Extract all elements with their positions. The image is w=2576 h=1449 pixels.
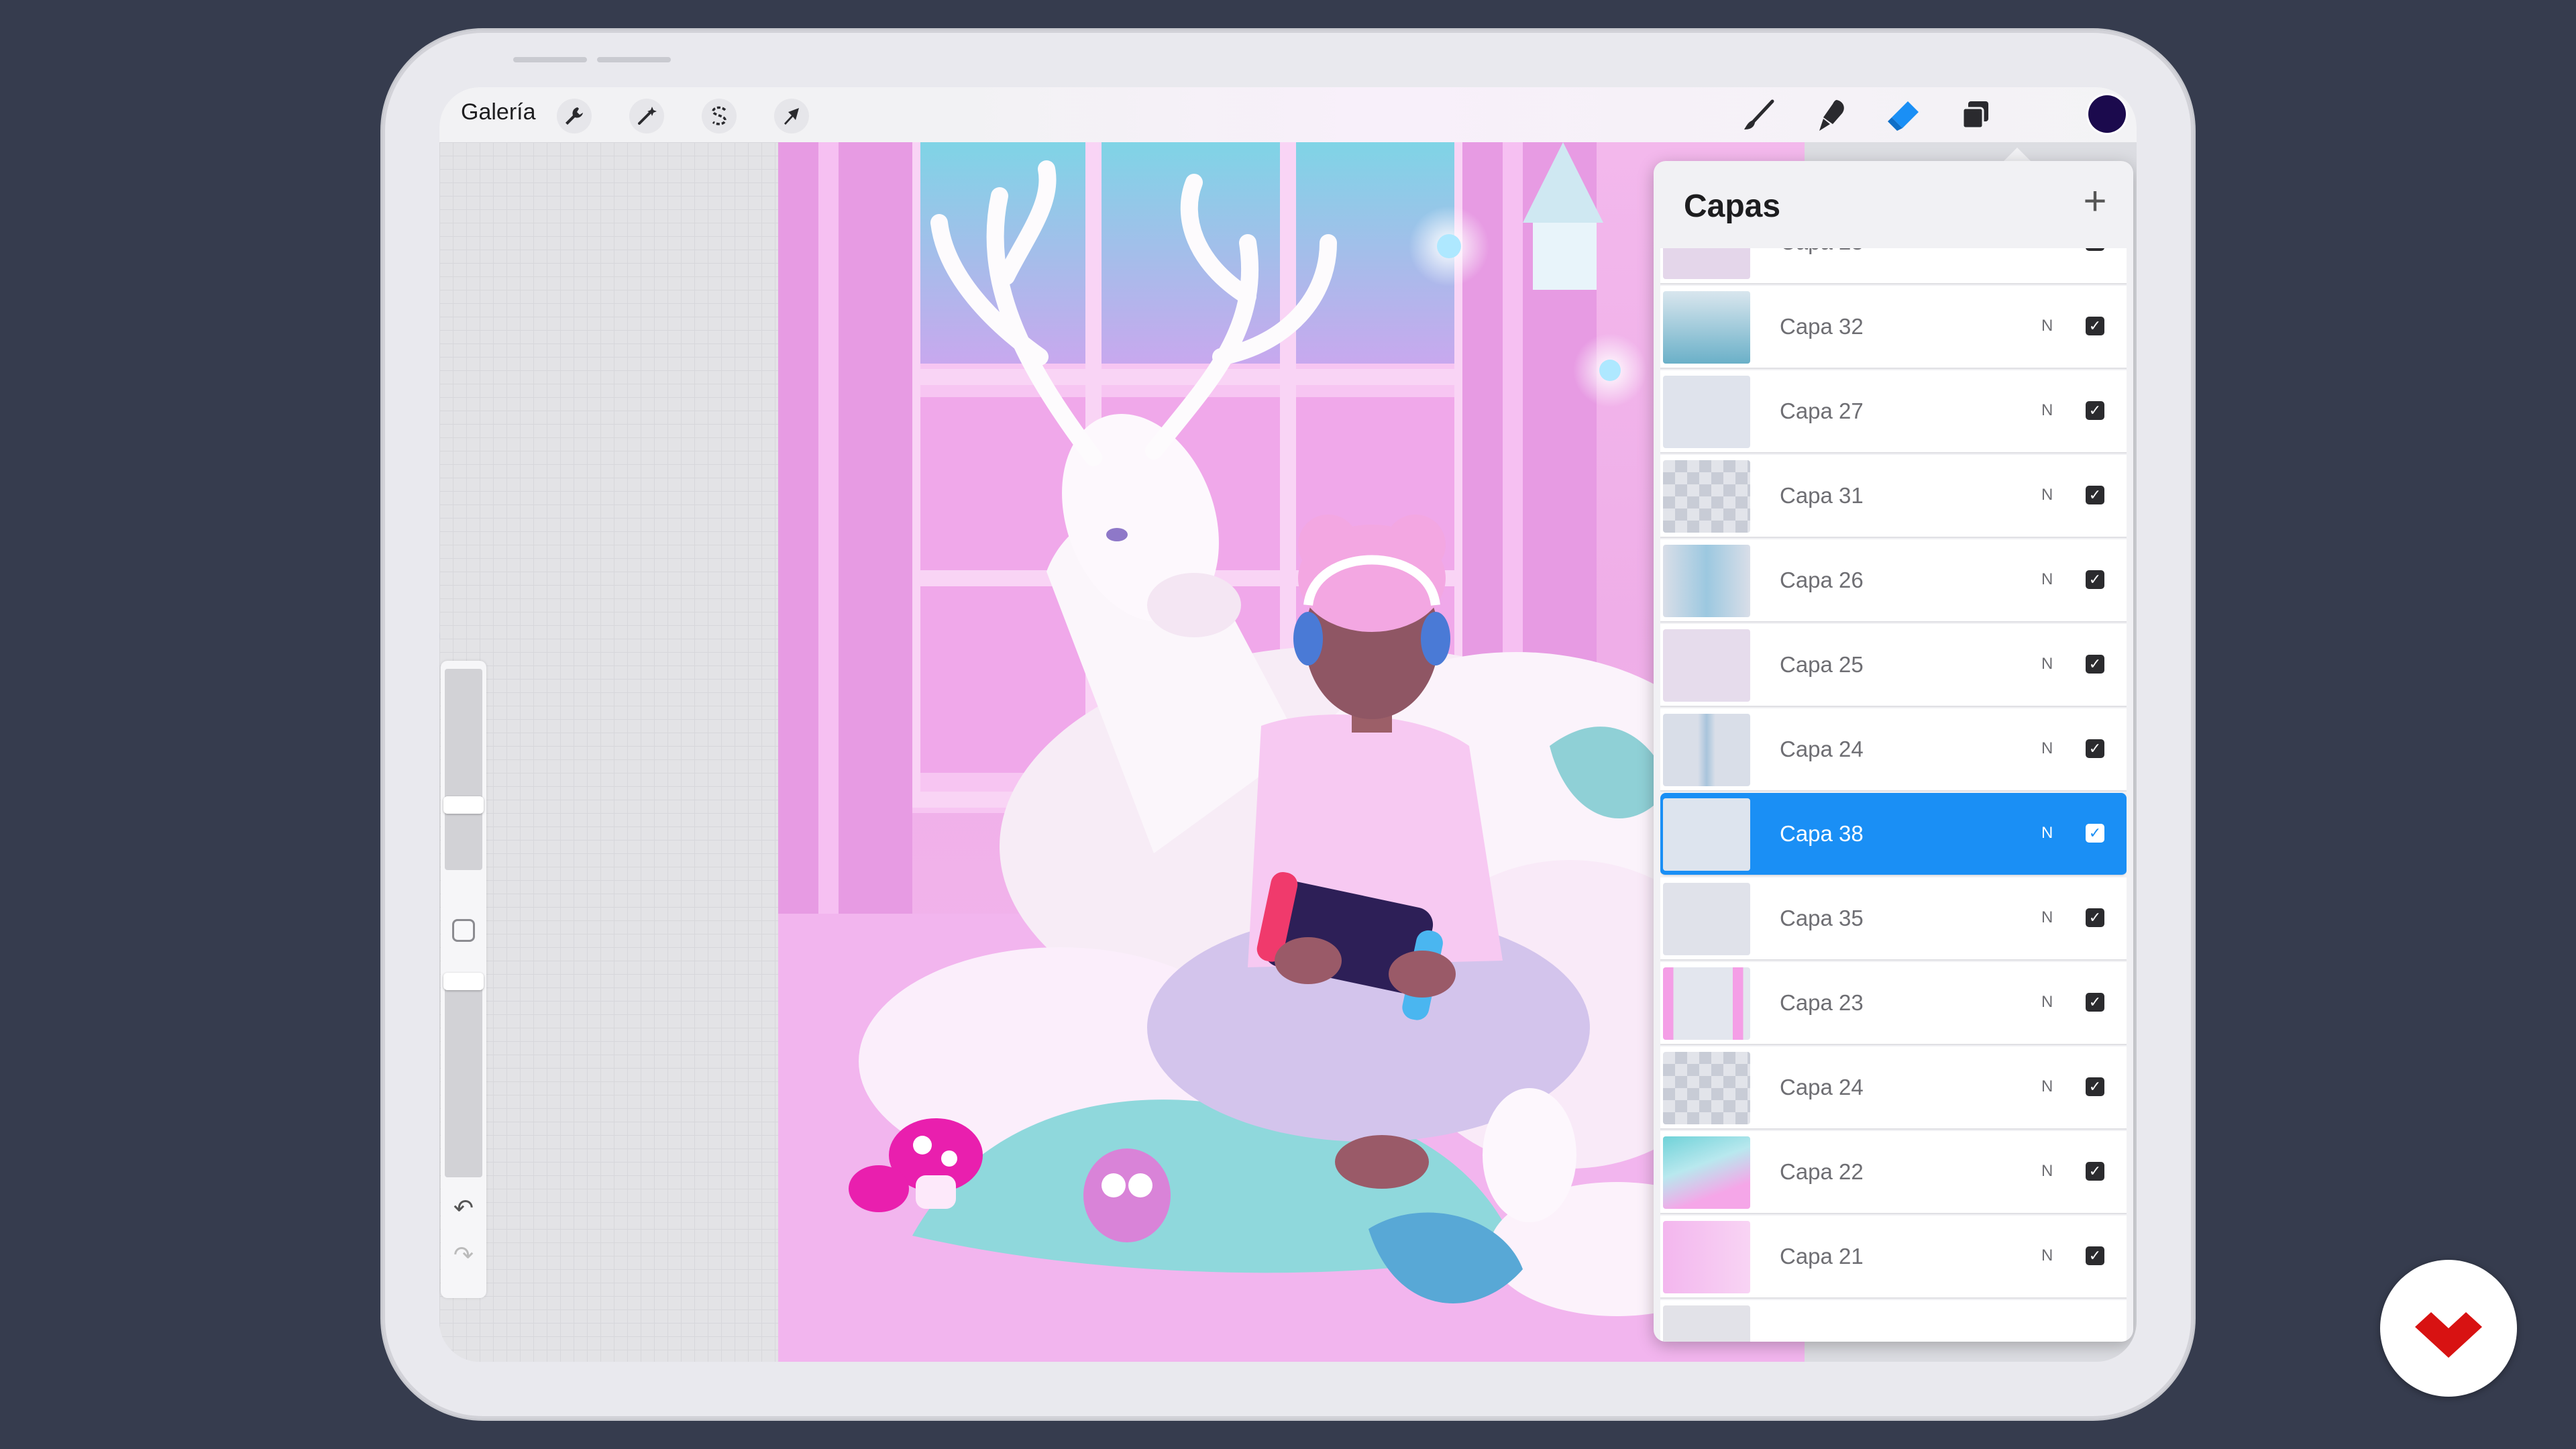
layer-thumbnail [1663,883,1750,955]
layer-name: Capa 21 [1780,1244,1864,1269]
blend-mode[interactable]: N [2041,1246,2053,1265]
eraser-icon[interactable] [1882,94,1925,137]
blend-mode[interactable]: N [2041,824,2053,843]
color-picker-button[interactable] [2088,95,2126,133]
brand-logo [2380,1260,2517,1397]
magic-wand-icon[interactable] [629,99,664,133]
layers-panel-arrow [2002,148,2032,162]
layer-thumbnail [1663,376,1750,448]
blend-mode[interactable]: N [2041,655,2053,674]
layers-icon[interactable] [1954,94,1997,137]
layer-row[interactable]: Capa 26 N ✓ [1660,539,2127,623]
layer-row[interactable] [1660,1300,2127,1342]
blend-mode[interactable]: N [2041,1162,2053,1181]
blend-mode[interactable]: N [2041,401,2053,420]
layer-name: Capa 38 [1780,821,1864,846]
blend-mode[interactable]: N [2041,317,2053,335]
opacity-slider-thumb[interactable] [443,973,484,990]
top-toolbar: Galería [439,87,2137,142]
visibility-checkbox[interactable]: ✓ [2086,401,2104,420]
blend-mode[interactable]: N [2041,570,2053,589]
layer-name: Capa 32 [1780,314,1864,339]
selection-icon[interactable] [702,99,737,133]
blend-mode[interactable]: N [2041,739,2053,758]
smudge-icon[interactable] [1809,94,1852,137]
layer-name: Capa 25 [1780,652,1864,677]
visibility-checkbox[interactable]: ✓ [2086,824,2104,843]
layer-row[interactable]: Capa 24 N ✓ [1660,1046,2127,1130]
procreate-screen: ↶ ↷ Galería Capas + Capa 32 N ✓ Capa 27 … [439,87,2137,1362]
layer-row[interactable]: Capa 32 N ✓ [1660,286,2127,369]
left-sidebar: ↶ ↷ [441,661,486,1298]
blend-mode[interactable]: N [2041,993,2053,1012]
layer-row-selected[interactable]: Capa 38 N ✓ [1660,793,2127,876]
visibility-checkbox[interactable]: ✓ [2086,248,2104,251]
gallery-button[interactable]: Galería [461,99,536,125]
layer-row[interactable]: Capa 27 N ✓ [1660,370,2127,453]
ipad-volume-button [597,57,671,62]
visibility-checkbox[interactable]: ✓ [2086,1162,2104,1181]
layer-row[interactable]: Capa 21 N ✓ [1660,1216,2127,1299]
layer-row[interactable]: Capa 25 N ✓ [1660,624,2127,707]
blend-mode[interactable]: N [2041,908,2053,927]
brush-size-slider-thumb[interactable] [443,796,484,814]
layer-name: Capa 27 [1780,398,1864,423]
visibility-checkbox[interactable]: ✓ [2086,1246,2104,1265]
layer-name: Capa 35 [1780,906,1864,930]
wrench-icon[interactable] [557,99,592,133]
layer-list: Capa 28 N ✓ Capa 32 N ✓ Capa 27 N ✓ Capa… [1660,248,2130,1342]
blend-mode[interactable]: N [2041,248,2053,251]
layers-panel: Capas + Capa 28 N ✓ Capa 32 N ✓ Capa 27 … [1654,161,2133,1342]
layer-thumbnail [1663,629,1750,702]
layer-thumbnail [1663,967,1750,1040]
blend-mode[interactable]: N [2041,1077,2053,1096]
layer-name: Capa 24 [1780,737,1864,761]
layer-row[interactable]: Capa 22 N ✓ [1660,1131,2127,1214]
layer-thumbnail [1663,1221,1750,1293]
layer-row[interactable]: Capa 23 N ✓ [1660,962,2127,1045]
visibility-checkbox[interactable]: ✓ [2086,739,2104,758]
visibility-checkbox[interactable]: ✓ [2086,317,2104,335]
layer-name: Capa 23 [1780,990,1864,1015]
layer-name: Capa 22 [1780,1159,1864,1184]
visibility-checkbox[interactable]: ✓ [2086,570,2104,589]
layer-thumbnail [1663,798,1750,871]
layer-row[interactable]: Capa 35 N ✓ [1660,877,2127,961]
layer-row[interactable]: Capa 24 N ✓ [1660,708,2127,792]
add-layer-button[interactable]: + [2075,181,2115,223]
layer-thumbnail [1663,291,1750,364]
layer-thumbnail [1663,248,1750,279]
ipad-volume-button [513,57,587,62]
layer-thumbnail [1663,1052,1750,1124]
layer-thumbnail [1663,545,1750,617]
layer-row[interactable]: Capa 28 N ✓ [1660,248,2127,284]
undo-icon[interactable]: ↶ [441,1194,486,1222]
visibility-checkbox[interactable]: ✓ [2086,1077,2104,1096]
brush-size-slider[interactable] [443,669,484,870]
artwork-illustration [778,142,1805,1362]
layer-thumbnail [1663,1136,1750,1209]
layer-row[interactable]: Capa 31 N ✓ [1660,455,2127,538]
layer-name: Capa 28 [1780,248,1864,255]
transform-arrow-icon[interactable] [774,99,809,133]
brand-logo-mark [2415,1312,2482,1358]
blend-mode[interactable]: N [2041,486,2053,504]
layer-thumbnail [1663,460,1750,533]
layer-name: Capa 31 [1780,483,1864,508]
redo-icon[interactable]: ↷ [441,1241,486,1269]
layer-name: Capa 24 [1780,1075,1864,1099]
visibility-checkbox[interactable]: ✓ [2086,993,2104,1012]
visibility-checkbox[interactable]: ✓ [2086,655,2104,674]
visibility-checkbox[interactable]: ✓ [2086,486,2104,504]
workspace-background [439,142,778,1362]
visibility-checkbox[interactable]: ✓ [2086,908,2104,927]
artwork-canvas[interactable] [778,142,1805,1362]
layer-name: Capa 26 [1780,568,1864,592]
opacity-slider[interactable] [443,973,484,1177]
brush-icon[interactable] [1737,94,1780,137]
layers-panel-title: Capas [1684,189,1781,224]
layer-thumbnail [1663,714,1750,786]
modify-button[interactable] [452,919,475,942]
layer-thumbnail [1663,1305,1750,1342]
